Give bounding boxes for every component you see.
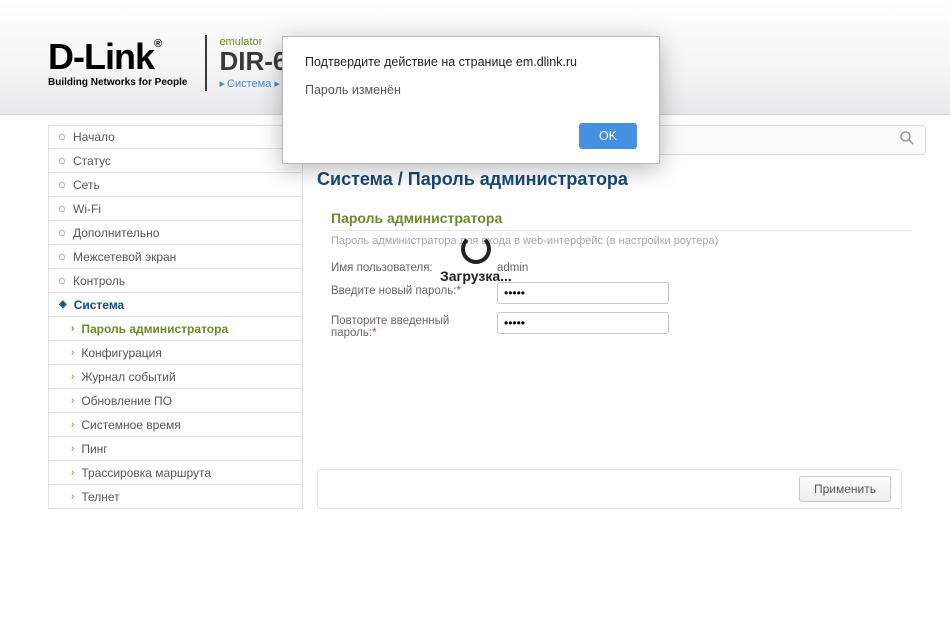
new-password-input[interactable] xyxy=(497,282,669,304)
sidebar-item-status[interactable]: Статус xyxy=(48,149,303,173)
chevron-right-icon: › xyxy=(71,347,74,358)
sidebar-sub-admin-password[interactable]: ›Пароль администратора xyxy=(48,317,303,341)
bullet-icon xyxy=(59,134,65,140)
chevron-right-icon: ▸ xyxy=(219,78,225,90)
chevron-right-icon: › xyxy=(71,443,74,454)
main: Система / Пароль администратора Пароль а… xyxy=(317,125,926,509)
repeat-password-input[interactable] xyxy=(497,312,669,334)
loading-overlay: Загрузка... xyxy=(440,234,512,284)
sidebar-item-wifi[interactable]: Wi-Fi xyxy=(48,197,303,221)
sidebar-item-advanced[interactable]: Дополнительно xyxy=(48,221,303,245)
dialog-title: Подтвердите действие на странице em.dlin… xyxy=(305,55,637,69)
repeat-password-label: Повторите введенный пароль:* xyxy=(331,312,497,339)
sidebar-sub-traceroute[interactable]: ›Трассировка маршрута xyxy=(48,461,303,485)
sidebar-item-firewall[interactable]: Межсетевой экран xyxy=(48,245,303,269)
sidebar-sub-telnet[interactable]: ›Телнет xyxy=(48,485,303,509)
row-repeat-password: Повторите введенный пароль:* xyxy=(331,312,912,339)
sidebar-item-system[interactable]: ◈Система xyxy=(48,293,303,317)
sidebar-sub-firmware[interactable]: ›Обновление ПО xyxy=(48,389,303,413)
chevron-right-icon: ▸ xyxy=(274,78,280,90)
sidebar-sub-log[interactable]: ›Журнал событий xyxy=(48,365,303,389)
sidebar-sub-time[interactable]: ›Системное время xyxy=(48,413,303,437)
apply-button[interactable]: Применить xyxy=(799,476,891,502)
bullet-icon xyxy=(59,158,65,164)
panel-description: Пароль администратора для входа в web-ин… xyxy=(331,235,912,247)
password-panel: Пароль администратора Пароль администрат… xyxy=(317,210,926,339)
content: Начало Статус Сеть Wi-Fi Дополнительно М… xyxy=(0,115,950,509)
diamond-icon: ◈ xyxy=(59,299,67,310)
brand-logo: D-Link® Building Networks for People xyxy=(48,39,187,88)
ok-button[interactable]: OK xyxy=(579,123,637,149)
bullet-icon xyxy=(59,182,65,188)
dialog-actions: OK xyxy=(305,123,637,149)
row-new-password: Введите новый пароль:* xyxy=(331,282,912,304)
loading-text: Загрузка... xyxy=(440,268,512,284)
chevron-right-icon: › xyxy=(71,467,74,478)
confirm-dialog: Подтвердите действие на странице em.dlin… xyxy=(282,36,660,164)
brand-tagline: Building Networks for People xyxy=(48,77,187,88)
sidebar: Начало Статус Сеть Wi-Fi Дополнительно М… xyxy=(48,125,303,509)
sidebar-item-control[interactable]: Контроль xyxy=(48,269,303,293)
chevron-right-icon: › xyxy=(71,419,74,430)
chevron-right-icon: › xyxy=(71,491,74,502)
footer-bar: Применить xyxy=(317,469,902,509)
page-breadcrumb: Система / Пароль администратора xyxy=(317,169,926,190)
bullet-icon xyxy=(59,230,65,236)
chevron-right-icon: › xyxy=(71,323,74,334)
spinner-icon xyxy=(461,234,491,264)
sidebar-sub-ping[interactable]: ›Пинг xyxy=(48,437,303,461)
sidebar-item-network[interactable]: Сеть xyxy=(48,173,303,197)
sidebar-sub-config[interactable]: ›Конфигурация xyxy=(48,341,303,365)
registered-mark: ® xyxy=(154,38,161,50)
dialog-message: Пароль изменён xyxy=(305,83,637,97)
chevron-right-icon: › xyxy=(71,371,74,382)
chevron-right-icon: › xyxy=(71,395,74,406)
bullet-icon xyxy=(59,254,65,260)
panel-title: Пароль администратора xyxy=(331,210,912,231)
bullet-icon xyxy=(59,278,65,284)
new-password-label: Введите новый пароль:* xyxy=(331,282,497,297)
search-icon[interactable] xyxy=(899,130,915,150)
bullet-icon xyxy=(59,206,65,212)
row-username: Имя пользователя: admin xyxy=(331,259,912,274)
sidebar-item-start[interactable]: Начало xyxy=(48,125,303,149)
brand-name: D-Link xyxy=(48,36,154,77)
